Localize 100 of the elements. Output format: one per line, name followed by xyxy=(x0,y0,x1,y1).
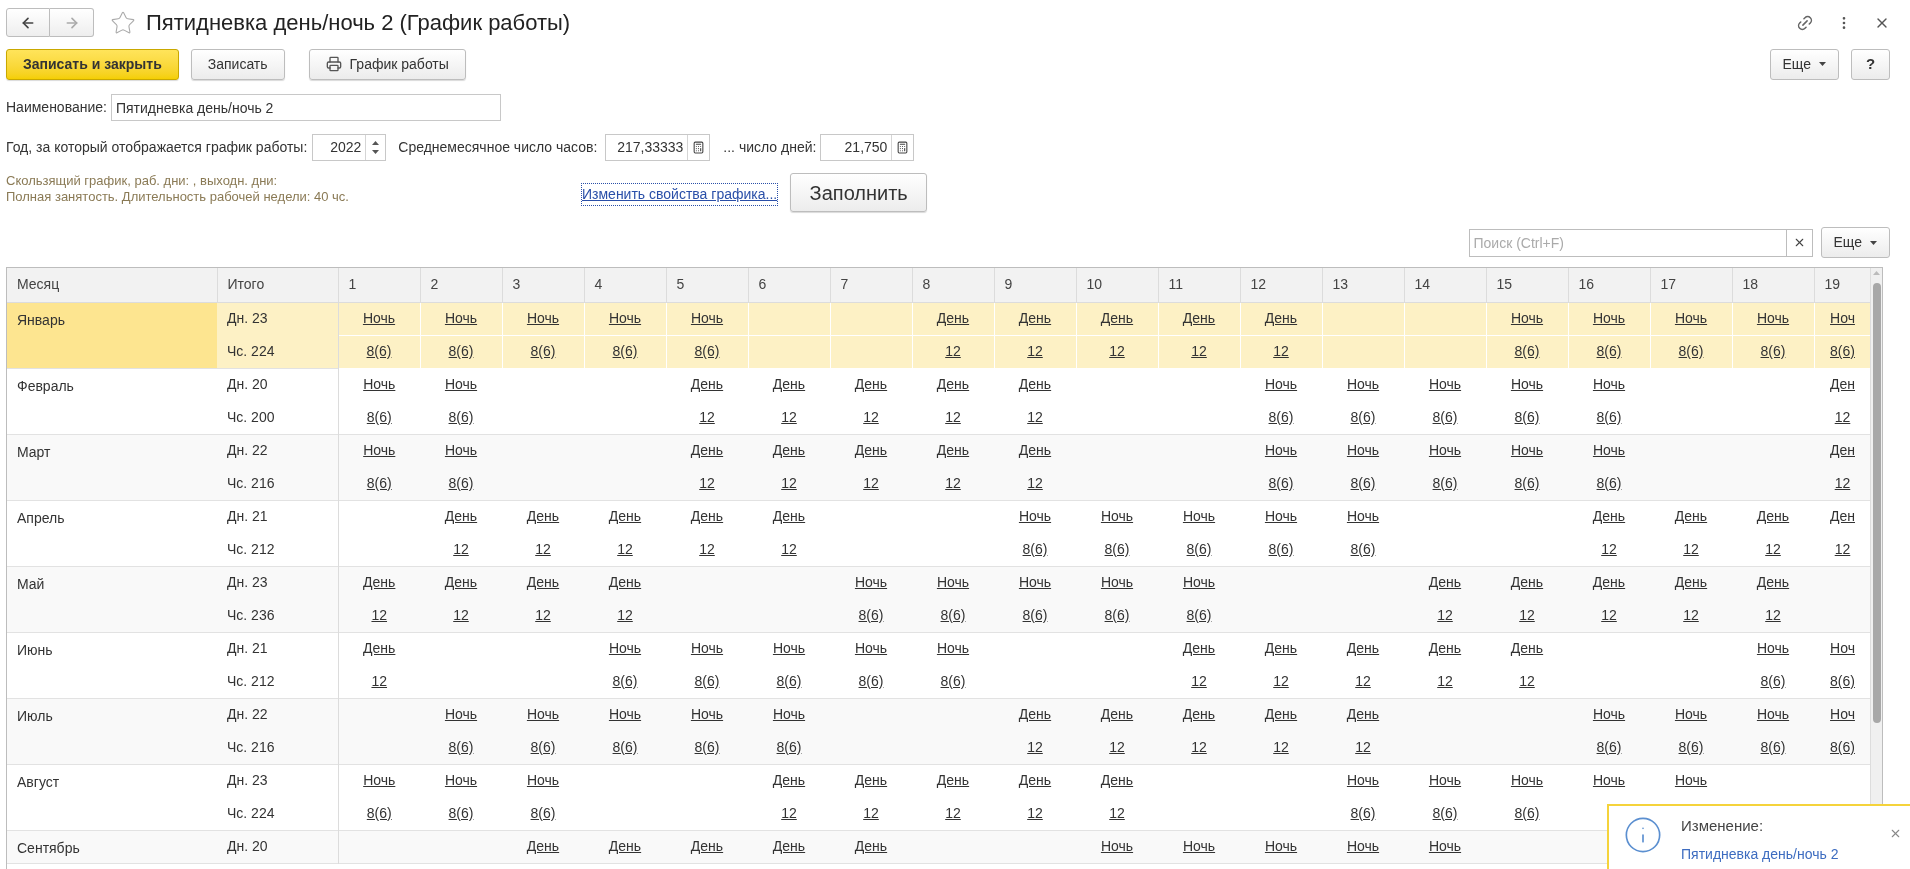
hours-link[interactable]: 8(6) xyxy=(940,606,966,623)
hours-link[interactable]: 12 xyxy=(1273,672,1289,689)
shift-link[interactable]: День xyxy=(1018,706,1052,723)
more-button[interactable]: Еще xyxy=(1769,48,1839,80)
hours-link[interactable]: 8(6) xyxy=(448,408,474,425)
hours-link[interactable]: 8(6) xyxy=(1350,474,1376,491)
shift-link[interactable]: День xyxy=(444,574,478,591)
hours-link[interactable]: 12 xyxy=(1834,408,1851,425)
close-icon[interactable] xyxy=(1889,827,1902,840)
hours-link[interactable]: 8(6) xyxy=(1104,540,1130,557)
column-header[interactable]: 14 xyxy=(1404,268,1486,302)
shift-link[interactable]: День xyxy=(1428,574,1462,591)
column-header[interactable]: 8 xyxy=(912,268,994,302)
shift-link[interactable]: Ночь xyxy=(363,772,396,789)
hours-link[interactable]: 12 xyxy=(945,804,961,821)
hours-link[interactable]: 8(6) xyxy=(1760,738,1786,755)
shift-link[interactable]: День xyxy=(1346,640,1380,657)
shift-link[interactable]: День xyxy=(936,376,970,393)
hours-link[interactable]: 12 xyxy=(781,474,797,491)
shift-link[interactable]: День xyxy=(1100,772,1134,789)
shift-link[interactable]: День xyxy=(1018,772,1052,789)
shift-link[interactable]: Ночь xyxy=(1510,376,1544,393)
shift-link[interactable]: Ноч xyxy=(1830,640,1855,657)
shift-link[interactable]: День xyxy=(1756,508,1790,525)
shift-link[interactable]: Ночь xyxy=(1674,772,1708,789)
hours-link[interactable]: 12 xyxy=(1765,540,1781,557)
shift-link[interactable]: Ночь xyxy=(1592,706,1626,723)
hours-link[interactable]: 12 xyxy=(1191,343,1207,359)
hours-link[interactable]: 8(6) xyxy=(448,738,474,755)
shift-link[interactable]: Ночь xyxy=(1510,310,1544,326)
shift-link[interactable]: День xyxy=(690,838,724,854)
hours-link[interactable]: 8(6) xyxy=(776,738,802,755)
hours-link[interactable]: 12 xyxy=(617,540,633,557)
hours-link[interactable]: 12 xyxy=(1355,738,1371,755)
hours-link[interactable]: 12 xyxy=(1027,408,1043,425)
hours-link[interactable]: 8(6) xyxy=(448,343,474,359)
hours-link[interactable]: 12 xyxy=(781,804,797,821)
column-header[interactable]: Месяц xyxy=(7,268,217,302)
month-cell[interactable]: Июнь xyxy=(7,632,217,698)
shift-link[interactable]: Ночь xyxy=(608,706,642,723)
shift-link[interactable]: День xyxy=(1510,574,1544,591)
shift-link[interactable]: День xyxy=(1018,442,1052,459)
shift-link[interactable]: Ночь xyxy=(1428,442,1462,459)
back-button[interactable] xyxy=(6,8,50,37)
hours-link[interactable]: 8(6) xyxy=(1830,343,1855,359)
shift-link[interactable]: Ночь xyxy=(1182,838,1216,854)
shift-link[interactable]: День xyxy=(1592,508,1626,525)
scrollbar-thumb[interactable] xyxy=(1872,283,1881,723)
shift-link[interactable]: День xyxy=(608,574,642,591)
shift-link[interactable]: День xyxy=(608,508,642,525)
shift-link[interactable]: Ночь xyxy=(608,640,642,657)
hours-link[interactable]: 8(6) xyxy=(1514,474,1540,491)
hours-link[interactable]: 8(6) xyxy=(612,343,638,359)
column-header[interactable]: 17 xyxy=(1650,268,1732,302)
hours-link[interactable]: 12 xyxy=(945,474,961,491)
hours-link[interactable]: 12 xyxy=(453,606,469,623)
shift-link[interactable]: День xyxy=(1018,376,1052,393)
shift-link[interactable]: Ночь xyxy=(444,772,478,789)
hours-link[interactable]: 8(6) xyxy=(694,672,720,689)
column-header[interactable]: 4 xyxy=(584,268,666,302)
hours-link[interactable]: 8(6) xyxy=(1514,804,1540,821)
hours-link[interactable]: 12 xyxy=(1027,474,1043,491)
shift-link[interactable]: День xyxy=(526,508,560,525)
shift-link[interactable]: Ночь xyxy=(1264,442,1298,459)
shift-link[interactable]: Ночь xyxy=(1264,508,1298,525)
shift-link[interactable]: Ночь xyxy=(1100,508,1134,525)
shift-link[interactable]: Ночь xyxy=(1100,838,1134,854)
shift-link[interactable]: Ночь xyxy=(1346,838,1380,854)
shift-link[interactable]: Ночь xyxy=(1756,310,1790,326)
column-header[interactable]: 16 xyxy=(1568,268,1650,302)
column-header[interactable]: 7 xyxy=(830,268,912,302)
column-header[interactable]: Итого xyxy=(217,268,338,302)
hours-link[interactable]: 8(6) xyxy=(1514,343,1540,359)
hours-link[interactable]: 12 xyxy=(617,606,633,623)
shift-link[interactable]: День xyxy=(772,508,806,525)
star-icon[interactable] xyxy=(110,9,136,36)
shift-link[interactable]: День xyxy=(444,508,478,525)
month-cell[interactable]: Апрель xyxy=(7,500,217,566)
shift-link[interactable]: Ночь xyxy=(1182,508,1216,525)
hours-link[interactable]: 12 xyxy=(1191,738,1207,755)
shift-link[interactable]: День xyxy=(854,838,888,854)
hours-link[interactable]: 8(6) xyxy=(1596,343,1622,359)
average-hours-field[interactable]: 217,33333 xyxy=(605,134,711,161)
shift-link[interactable]: Ночь xyxy=(444,376,478,393)
hours-link[interactable]: 8(6) xyxy=(1596,408,1622,425)
shift-link[interactable]: Ноч xyxy=(1830,706,1855,723)
hours-link[interactable]: 8(6) xyxy=(1432,804,1458,821)
shift-link[interactable]: Ночь xyxy=(1756,640,1790,657)
shift-link[interactable]: Ночь xyxy=(854,574,888,591)
shift-link[interactable]: Ночь xyxy=(362,310,396,326)
hours-link[interactable]: 8(6) xyxy=(1186,606,1212,623)
shift-link[interactable]: Ночь xyxy=(1592,772,1626,789)
hours-link[interactable]: 12 xyxy=(1109,343,1125,359)
shift-link[interactable]: Ночь xyxy=(936,640,970,657)
hours-link[interactable]: 8(6) xyxy=(1514,408,1540,425)
shift-link[interactable]: Ночь xyxy=(1346,508,1380,525)
shift-link[interactable]: Ночь xyxy=(1346,442,1380,459)
shift-link[interactable]: Ночь xyxy=(1592,310,1626,326)
shift-link[interactable]: День xyxy=(1018,310,1052,326)
shift-link[interactable]: День xyxy=(1346,706,1380,723)
